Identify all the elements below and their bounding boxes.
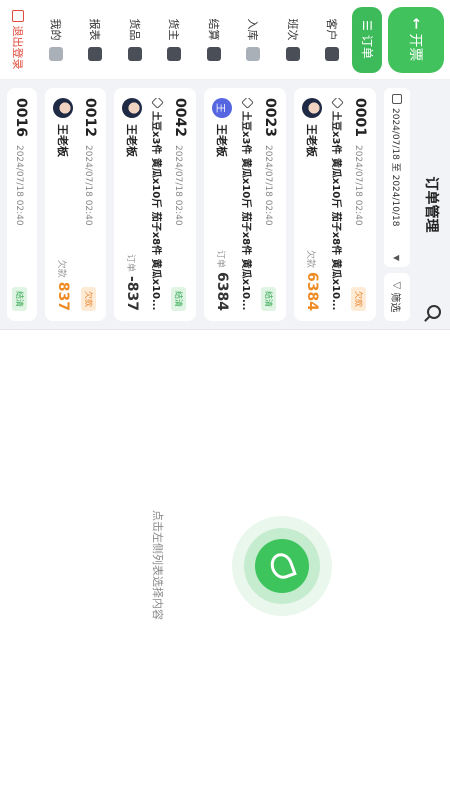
order-time: 2024/07/18 02:40 — [353, 144, 363, 226]
nav-item-label: 我的 — [48, 18, 62, 41]
owner-icon — [167, 46, 182, 61]
orders-nav-label: 订单 — [359, 34, 374, 59]
settlement-icon — [206, 46, 221, 61]
amount-value: -837 — [124, 275, 140, 311]
leaf-icon — [267, 550, 297, 582]
cube-icon — [241, 98, 254, 109]
avatar — [122, 98, 142, 118]
shift-icon — [285, 46, 300, 61]
customer-name: 王老板 — [56, 124, 69, 157]
cube-icon — [331, 98, 344, 109]
order-card[interactable]: 0042 2024/07/18 02:40 结清 土豆x3件 黄瓜x10斤 茄子… — [114, 88, 196, 321]
status-badge: 欠款 — [81, 287, 96, 311]
logout-button[interactable]: 退出登录 — [0, 0, 36, 80]
nav-item-report[interactable]: 报表 — [75, 0, 114, 80]
create-invoice-button[interactable]: ← 开票 — [388, 6, 444, 73]
order-card[interactable]: 0016 2024/07/18 02:40 结清 — [7, 88, 37, 321]
avatar: 王 — [212, 98, 232, 118]
customer-name: 王老板 — [215, 124, 228, 157]
status-badge: 结清 — [261, 287, 276, 311]
warehouse-icon — [246, 46, 261, 61]
calendar-icon — [392, 94, 402, 104]
nav-item-label: 报表 — [88, 18, 102, 41]
order-card[interactable]: 0001 2024/07/18 02:40 欠款 土豆x3件 黄瓜x10斤 茄子… — [294, 88, 376, 321]
search-icon[interactable] — [427, 305, 441, 319]
empty-state-text: 点击左侧列表选择内容 — [151, 510, 164, 620]
nav-item-profile[interactable]: 我的 — [36, 0, 75, 80]
order-number: 0012 — [82, 98, 98, 137]
filter-label: 筛选 — [389, 292, 401, 313]
nav-item-warehouse[interactable]: 入库 — [233, 0, 272, 80]
filter-icon: ▽ — [391, 281, 403, 290]
order-list: 0001 2024/07/18 02:40 欠款 土豆x3件 黄瓜x10斤 茄子… — [3, 80, 380, 329]
nav-item-label: 货品 — [127, 18, 141, 41]
detail-panel: 点击左侧列表选择内容 — [0, 330, 450, 800]
order-card[interactable]: 0012 2024/07/18 02:40 欠款 王老板 欠款 837 — [45, 88, 106, 321]
customer-name: 王老板 — [125, 124, 138, 157]
create-invoice-label: 开票 — [407, 33, 424, 62]
list-header: 订单管理 — [414, 80, 450, 329]
status-badge: 欠款 — [351, 287, 366, 311]
order-items: 土豆x3件 黄瓜x10斤 茄子x8件 黄瓜x10... — [330, 111, 341, 311]
avatar — [302, 98, 322, 118]
nav-item-label: 客户 — [325, 18, 339, 41]
goods-icon — [127, 46, 142, 61]
app-frame: ← 开票 ☰ 订单 客户 班次 入库 结算 货主 货品 报表 我的 退出登录 订… — [0, 0, 450, 800]
amount-label: 欠款 — [305, 250, 315, 269]
side-nav: ← 开票 ☰ 订单 客户 班次 入库 结算 货主 货品 报表 我的 退出登录 — [0, 0, 450, 80]
amount-value: 6384 — [304, 272, 320, 311]
nav-item-customer[interactable]: 客户 — [312, 0, 351, 80]
amount-label: 订单 — [125, 253, 135, 272]
avatar — [53, 98, 73, 118]
status-badge: 结清 — [171, 287, 186, 311]
order-time: 2024/07/18 02:40 — [173, 144, 183, 226]
order-number: 0016 — [13, 98, 29, 137]
date-range-picker[interactable]: 2024/07/18 至 2024/10/18 ▼ — [384, 88, 410, 267]
nav-item-goods[interactable]: 货品 — [115, 0, 154, 80]
order-time: 2024/07/18 02:40 — [83, 144, 93, 226]
order-number: 0042 — [172, 98, 188, 137]
order-items: 土豆x3件 黄瓜x10斤 茄子x8件 黄瓜x10... — [150, 111, 161, 311]
list-icon: ☰ — [360, 20, 375, 31]
empty-state-illustration — [232, 516, 332, 616]
logout-icon — [12, 9, 25, 22]
nav-item-label: 班次 — [285, 18, 299, 41]
amount-label: 欠款 — [56, 259, 66, 278]
order-number: 0001 — [352, 98, 368, 137]
customer-icon — [325, 46, 340, 61]
nav-item-label: 货主 — [167, 18, 181, 41]
status-badge: 结清 — [12, 287, 27, 311]
logout-label: 退出登录 — [11, 25, 25, 70]
order-time: 2024/07/18 02:40 — [263, 144, 273, 226]
profile-icon — [48, 46, 63, 61]
page-title: 订单管理 — [423, 176, 439, 233]
nav-item-label: 结算 — [206, 18, 220, 41]
amount-value: 6384 — [214, 272, 230, 311]
filter-row: 2024/07/18 至 2024/10/18 ▼ ▽ 筛选 — [380, 80, 414, 329]
caret-down-icon: ▼ — [392, 254, 402, 261]
filter-button[interactable]: ▽ 筛选 — [384, 273, 410, 321]
amount-value: 837 — [55, 281, 71, 311]
order-time: 2024/07/18 02:40 — [14, 144, 24, 226]
nav-item-owner[interactable]: 货主 — [154, 0, 193, 80]
amount-label: 订单 — [215, 250, 225, 269]
report-icon — [88, 46, 103, 61]
arrow-left-icon: ← — [408, 17, 425, 30]
order-list-panel: 订单管理 2024/07/18 至 2024/10/18 ▼ ▽ 筛选 0001… — [0, 80, 450, 330]
nav-item-label: 入库 — [246, 18, 260, 41]
customer-name: 王老板 — [305, 124, 318, 157]
nav-item-settlement[interactable]: 结算 — [194, 0, 233, 80]
orders-nav-button[interactable]: ☰ 订单 — [351, 6, 383, 73]
date-range-text: 2024/07/18 至 2024/10/18 — [390, 108, 401, 227]
cube-icon — [151, 98, 164, 109]
order-number: 0023 — [262, 98, 278, 137]
order-card[interactable]: 0023 2024/07/18 02:40 结清 土豆x3件 黄瓜x10斤 茄子… — [204, 88, 286, 321]
nav-item-shift[interactable]: 班次 — [273, 0, 312, 80]
order-items: 土豆x3件 黄瓜x10斤 茄子x8件 黄瓜x10... — [240, 111, 251, 311]
